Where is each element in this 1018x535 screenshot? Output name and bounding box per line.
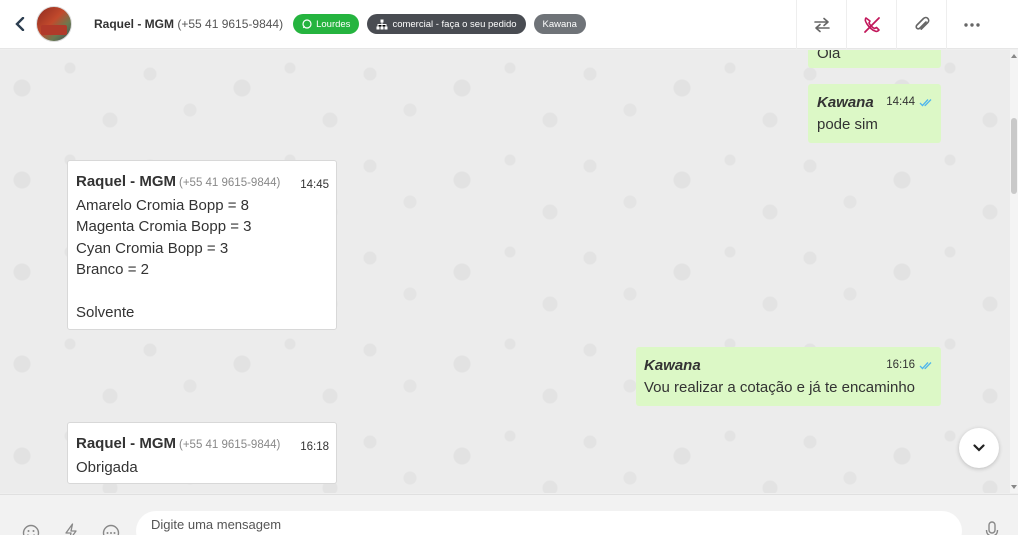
microphone-icon <box>985 521 999 535</box>
message-outgoing[interactable]: Kawana Vou realizar a cotação e já te en… <box>636 347 941 406</box>
message-sender: Raquel - MGM <box>76 173 176 190</box>
end-chat-button[interactable] <box>846 0 896 49</box>
more-options-icon <box>102 524 120 535</box>
message-meta: 16:18 <box>300 437 329 459</box>
message-incoming[interactable]: Raquel - MGM (+55 41 9615-9844) Amarelo C… <box>67 160 337 330</box>
more-dots-icon <box>963 22 980 27</box>
message-incoming[interactable]: Raquel - MGM (+55 41 9615-9844) Obrigada … <box>67 422 337 484</box>
contact-phone: (+55 41 9615-9844) <box>177 17 284 31</box>
transfer-button[interactable] <box>796 0 846 49</box>
message-sender-phone: (+55 41 9615-9844) <box>179 177 281 189</box>
message-sender-phone: (+55 41 9615-9844) <box>179 439 281 451</box>
message-list[interactable]: Olá Kawana pode sim 14:44 Raquel - MGM (+… <box>0 50 1010 493</box>
end-call-phone-icon <box>863 16 880 33</box>
lightning-icon <box>65 523 77 535</box>
scroll-to-bottom-button[interactable] <box>959 428 999 468</box>
contact-name: Raquel - MGM <box>94 17 174 31</box>
double-check-icon <box>919 99 932 107</box>
scroll-down-arrow[interactable] <box>1011 485 1017 489</box>
tag-agent-label: Kawana <box>542 18 577 30</box>
message-time: 16:18 <box>300 441 329 453</box>
attach-button[interactable] <box>896 0 946 49</box>
message-meta: 16:16 <box>886 355 934 377</box>
message-text: Amarelo Cromia Bopp = 8 Magenta Cromia B… <box>76 196 252 322</box>
chat-scrollbar[interactable] <box>1010 50 1018 493</box>
chevron-left-icon <box>15 17 25 31</box>
message-outgoing[interactable]: Olá <box>808 50 941 68</box>
composer-bar <box>0 494 1018 535</box>
back-button[interactable] <box>12 14 28 34</box>
message-meta: 14:44 <box>886 92 934 114</box>
tag-queue-label: comercial - faça o seu pedido <box>392 18 517 30</box>
transfer-arrows-icon <box>813 17 830 32</box>
more-button[interactable] <box>946 0 996 49</box>
tag-queue[interactable]: comercial - faça o seu pedido <box>367 14 526 34</box>
tag-agent[interactable]: Kawana <box>533 14 586 34</box>
whatsapp-icon <box>302 19 312 29</box>
message-text: Olá <box>817 50 841 62</box>
message-sender: Raquel - MGM <box>76 435 176 452</box>
message-text: Vou realizar a cotação e já te encaminho <box>644 378 916 396</box>
org-chart-icon <box>376 19 388 29</box>
message-agent: Kawana <box>644 357 701 374</box>
header-actions <box>796 0 996 49</box>
quick-reply-button[interactable] <box>64 523 78 535</box>
message-input[interactable] <box>136 511 962 535</box>
chevron-down-icon <box>973 444 985 452</box>
message-text: pode sim <box>817 115 878 133</box>
emoji-icon <box>22 524 40 535</box>
emoji-button[interactable] <box>22 524 40 535</box>
double-check-icon <box>919 362 932 370</box>
chat-header: Raquel - MGM (+55 41 9615-9844) Lourdes … <box>0 0 1018 49</box>
paperclip-icon <box>914 16 929 30</box>
tag-connection-label: Lourdes <box>316 18 351 30</box>
message-outgoing[interactable]: Kawana pode sim 14:44 <box>808 84 941 143</box>
message-time: 14:44 <box>886 96 915 108</box>
message-text: Obrigada <box>76 458 138 476</box>
message-meta: 14:45 <box>300 175 329 197</box>
voice-record-button[interactable] <box>985 521 999 535</box>
tag-connection[interactable]: Lourdes <box>293 14 360 34</box>
contact-title[interactable]: Raquel - MGM (+55 41 9615-9844) <box>94 17 283 31</box>
message-time: 16:16 <box>886 359 915 371</box>
avatar[interactable] <box>36 6 72 42</box>
scroll-thumb[interactable] <box>1011 118 1017 194</box>
more-options-button[interactable] <box>102 524 120 535</box>
message-agent: Kawana <box>817 94 874 111</box>
scroll-up-arrow[interactable] <box>1011 54 1017 58</box>
message-time: 14:45 <box>300 179 329 191</box>
